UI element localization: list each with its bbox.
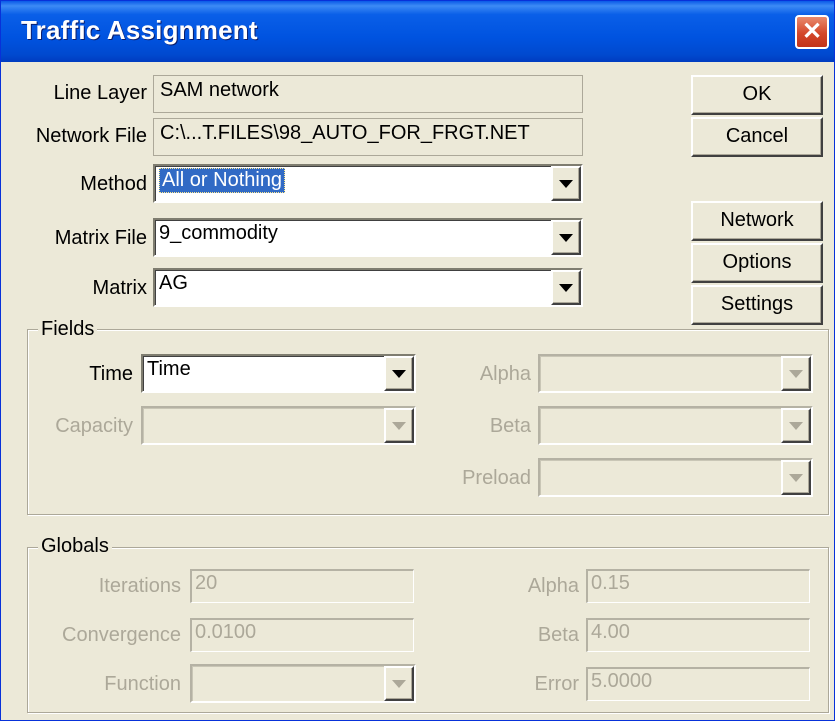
preload-dropdown-button[interactable]	[781, 460, 811, 495]
network-button[interactable]: Network	[691, 201, 823, 241]
iterations-input[interactable]: 20	[190, 569, 414, 603]
settings-button[interactable]: Settings	[691, 285, 823, 325]
beta-global-label: Beta	[537, 624, 579, 646]
function-label: Function	[104, 673, 181, 695]
beta-global-input[interactable]: 4.00	[586, 618, 810, 652]
convergence-input[interactable]: 0.0100	[190, 618, 414, 652]
alpha-global-label: Alpha	[527, 575, 579, 597]
chevron-down-icon	[789, 369, 803, 378]
line-layer-label: Line Layer	[53, 82, 147, 104]
matrix-file-dropdown-button[interactable]	[551, 220, 581, 255]
matrix-label: Matrix	[92, 277, 147, 299]
preload-label: Preload	[462, 467, 531, 489]
beta-field-label: Beta	[489, 415, 531, 437]
capacity-label: Capacity	[55, 415, 133, 437]
options-button[interactable]: Options	[691, 243, 823, 283]
time-dropdown-button[interactable]	[384, 356, 414, 391]
matrix-value: AG	[159, 272, 188, 294]
chevron-down-icon	[789, 473, 803, 482]
traffic-assignment-dialog: Traffic Assignment ✕ Line Layer SAM netw…	[0, 0, 835, 721]
globals-legend: Globals	[38, 535, 112, 558]
time-value: Time	[147, 358, 191, 380]
iterations-label: Iterations	[98, 575, 181, 597]
method-select[interactable]: All or Nothing	[153, 164, 583, 203]
matrix-file-value: 9_commodity	[159, 222, 278, 244]
chevron-down-icon	[392, 421, 406, 430]
window-title: Traffic Assignment	[21, 15, 258, 45]
function-dropdown-button[interactable]	[384, 666, 414, 701]
chevron-down-icon	[392, 679, 406, 688]
ok-button[interactable]: OK	[691, 75, 823, 115]
beta-field-select[interactable]	[538, 406, 813, 445]
alpha-field-label: Alpha	[479, 363, 531, 385]
method-value: All or Nothing	[159, 168, 286, 193]
network-file-value: C:\...T.FILES\98_AUTO_FOR_FRGT.NET	[153, 118, 583, 156]
method-label: Method	[80, 173, 147, 195]
alpha-dropdown-button[interactable]	[781, 356, 811, 391]
time-select[interactable]: Time	[141, 354, 416, 393]
alpha-global-input[interactable]: 0.15	[586, 569, 810, 603]
title-bar[interactable]: Traffic Assignment ✕	[1, 1, 834, 62]
network-file-label: Network File	[35, 125, 147, 147]
matrix-file-label: Matrix File	[54, 227, 147, 249]
capacity-dropdown-button[interactable]	[384, 408, 414, 443]
line-layer-value: SAM network	[153, 75, 583, 113]
chevron-down-icon	[559, 179, 573, 188]
chevron-down-icon	[392, 369, 406, 378]
beta-dropdown-button[interactable]	[781, 408, 811, 443]
preload-select[interactable]	[538, 458, 813, 497]
matrix-select[interactable]: AG	[153, 268, 583, 307]
matrix-dropdown-button[interactable]	[551, 270, 581, 305]
convergence-label: Convergence	[62, 624, 181, 646]
error-label: Error	[534, 673, 579, 695]
chevron-down-icon	[789, 421, 803, 430]
close-icon[interactable]: ✕	[795, 15, 829, 49]
cancel-button[interactable]: Cancel	[691, 117, 823, 157]
matrix-file-select[interactable]: 9_commodity	[153, 218, 583, 257]
fields-legend: Fields	[38, 318, 98, 341]
alpha-field-select[interactable]	[538, 354, 813, 393]
chevron-down-icon	[559, 233, 573, 242]
chevron-down-icon	[559, 283, 573, 292]
error-input[interactable]: 5.0000	[586, 667, 810, 701]
function-select[interactable]	[190, 664, 416, 703]
capacity-select[interactable]	[141, 406, 416, 445]
time-label: Time	[89, 363, 133, 385]
method-dropdown-button[interactable]	[551, 166, 581, 201]
